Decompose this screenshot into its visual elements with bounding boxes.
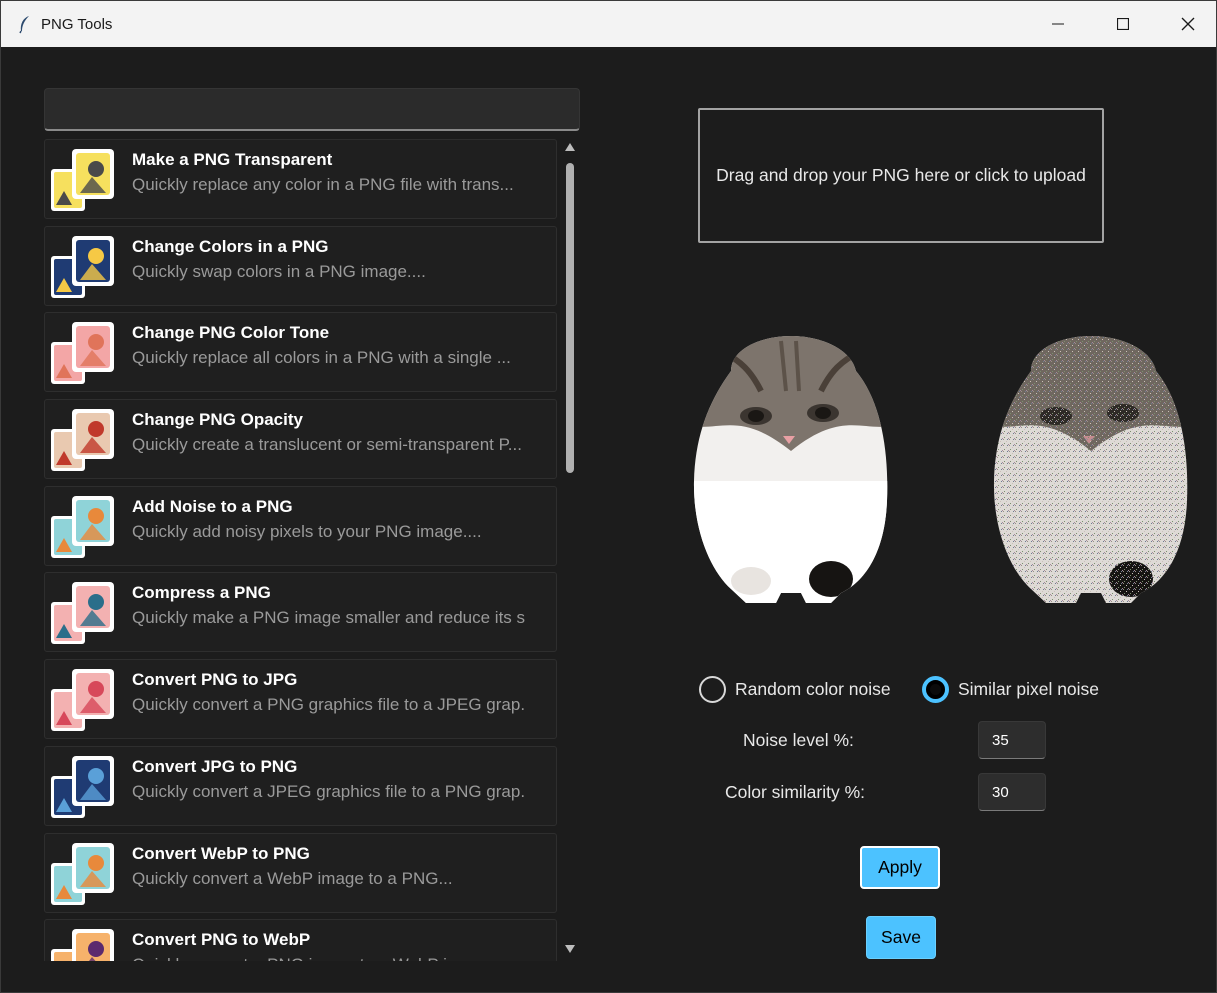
similar-pixel-noise-radio[interactable]: Similar pixel noise: [922, 675, 1099, 703]
tool-title: Convert PNG to WebP: [132, 930, 311, 950]
tool-description: Quickly convert a PNG graphics file to a…: [132, 695, 526, 715]
minimize-button[interactable]: [1026, 1, 1090, 47]
tool-list-scrollbar[interactable]: [563, 139, 577, 961]
tool-description: Quickly make a PNG image smaller and red…: [132, 608, 526, 628]
tool-description: Quickly create a translucent or semi-tra…: [132, 435, 522, 455]
tool-title: Change Colors in a PNG: [132, 236, 329, 256]
app-window: PNG Tools Make a PNG Transparent Quickly …: [0, 0, 1217, 993]
tool-list: Make a PNG Transparent Quickly replace an…: [44, 139, 557, 961]
tool-list-item[interactable]: Convert PNG to WebP Quickly convert a PNG…: [44, 919, 557, 961]
original-cat-image: [693, 336, 888, 603]
tool-title: Compress a PNG: [132, 583, 271, 603]
noise-level-label: Noise level %:: [743, 730, 854, 750]
similar-pixel-noise-label[interactable]: Similar pixel noise: [958, 679, 1099, 700]
radio-unchecked-icon[interactable]: [699, 675, 726, 703]
tool-list-item[interactable]: Convert PNG to JPG Quickly convert a PNG …: [44, 659, 557, 740]
mountain-icon: [51, 669, 114, 732]
maximize-button[interactable]: [1091, 1, 1155, 47]
tool-list-item[interactable]: Compress a PNG Quickly make a PNG image s…: [44, 572, 557, 653]
cat-icon: [51, 929, 114, 961]
tool-description: Quickly replace all colors in a PNG with…: [132, 348, 511, 368]
flower-icon: [51, 495, 114, 558]
dropzone-text: Drag and drop your PNG here or click to …: [716, 165, 1086, 185]
upload-dropzone[interactable]: Drag and drop your PNG here or click to …: [698, 108, 1104, 243]
maximize-icon: [1117, 18, 1129, 30]
tool-title: Convert PNG to JPG: [132, 670, 298, 690]
compress-icon: [51, 582, 114, 645]
flower-icon: [51, 842, 114, 905]
feather-icon: [19, 16, 29, 34]
tool-title: Change PNG Color Tone: [132, 323, 330, 343]
tool-description: Quickly convert a WebP image to a PNG...: [132, 868, 453, 888]
close-icon: [1181, 17, 1195, 31]
tool-list-item[interactable]: Change PNG Color Tone Quickly replace all…: [44, 312, 557, 393]
tool-title: Convert WebP to PNG: [132, 843, 310, 863]
tool-list-item[interactable]: Make a PNG Transparent Quickly replace an…: [44, 139, 557, 219]
night-hills-icon: [51, 755, 114, 818]
radio-checked-icon[interactable]: [922, 675, 949, 703]
scroll-up-arrow-icon[interactable]: [565, 143, 575, 151]
tool-description: Quickly replace any color in a PNG file …: [132, 175, 514, 194]
tool-title: Convert JPG to PNG: [132, 756, 298, 776]
night-hills-icon: [51, 235, 114, 298]
close-button[interactable]: [1156, 1, 1217, 47]
palm-tree-icon: [51, 149, 114, 211]
scroll-thumb[interactable]: [566, 163, 574, 473]
tool-description: Quickly swap colors in a PNG image....: [132, 261, 426, 281]
title-bar: PNG Tools: [1, 1, 1216, 47]
scroll-down-arrow-icon[interactable]: [565, 945, 575, 953]
color-similarity-input[interactable]: [978, 773, 1046, 811]
color-similarity-label: Color similarity %:: [725, 782, 866, 802]
tool-title: Make a PNG Transparent: [132, 150, 333, 169]
noise-level-input[interactable]: [978, 721, 1046, 759]
house-icon: [51, 409, 114, 472]
tool-description: Quickly convert a PNG image to a WebP im…: [132, 955, 556, 961]
tool-list-item[interactable]: Convert WebP to PNG Quickly convert a Web…: [44, 832, 557, 913]
random-color-noise-label[interactable]: Random color noise: [735, 679, 891, 700]
tool-list-item[interactable]: Convert JPG to PNG Quickly convert a JPEG…: [44, 745, 557, 826]
apply-button[interactable]: Apply: [860, 846, 940, 889]
tool-title: Change PNG Opacity: [132, 410, 303, 430]
tool-list-item[interactable]: Change Colors in a PNG Quickly swap color…: [44, 225, 557, 306]
tool-list-item[interactable]: Add Noise to a PNG Quickly add noisy pixe…: [44, 485, 557, 566]
tool-description: Quickly add noisy pixels to your PNG ima…: [132, 521, 482, 541]
random-color-noise-radio[interactable]: Random color noise: [699, 675, 891, 703]
tool-title: Add Noise to a PNG: [132, 496, 293, 516]
save-button[interactable]: Save: [866, 916, 936, 959]
tool-description: Quickly convert a JPEG graphics file to …: [132, 781, 526, 801]
window-title: PNG Tools: [41, 16, 113, 33]
search-input[interactable]: [44, 88, 580, 131]
tool-list-item[interactable]: Change PNG Opacity Quickly create a trans…: [44, 399, 557, 480]
noisy-cat-image: [993, 336, 1188, 603]
cat-icon: [51, 322, 114, 385]
minimize-icon: [1052, 23, 1064, 25]
